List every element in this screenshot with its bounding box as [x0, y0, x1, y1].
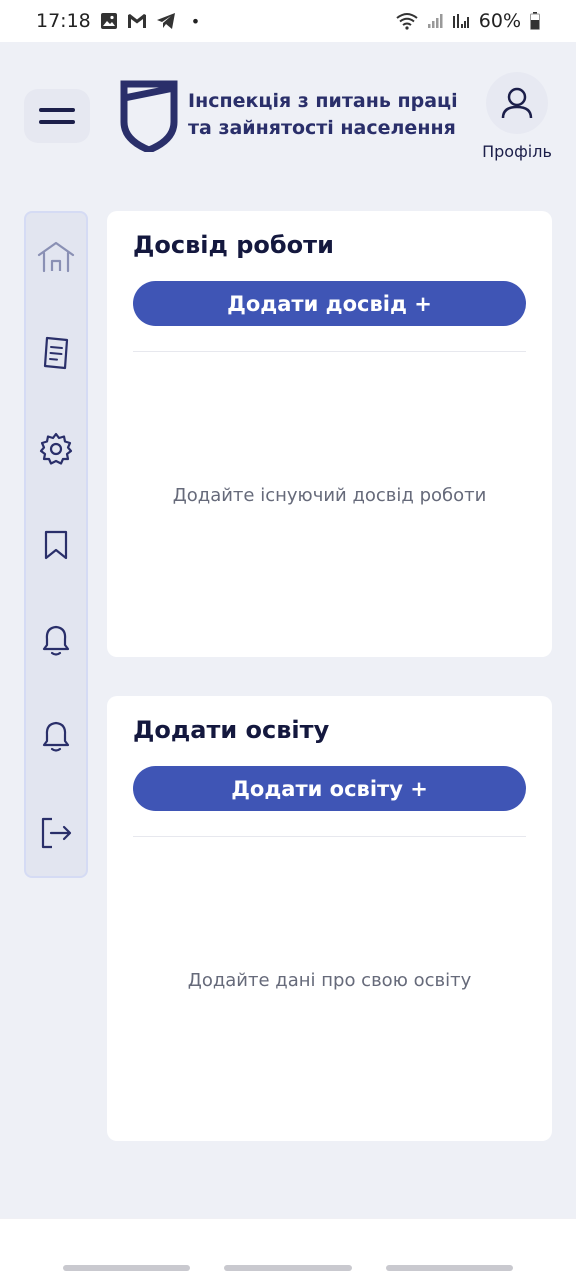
education-card: Додати освіту Додати освіту + Додайте да…	[107, 696, 552, 1141]
sidebar-item-documents[interactable]	[26, 323, 86, 383]
logout-icon	[41, 817, 72, 849]
bookmark-icon	[44, 530, 68, 560]
profile-button[interactable]: Профіль	[478, 72, 556, 161]
bell-icon	[42, 721, 70, 752]
gear-icon	[39, 432, 73, 465]
organization-title-line1: Інспекція з питань праці	[188, 90, 458, 112]
organization-title: Інспекція з питань праці та зайнятості н…	[188, 88, 478, 142]
status-left: 17:18 •	[36, 10, 200, 32]
status-bar: 17:18 • 60%	[0, 0, 576, 42]
telegram-icon	[156, 12, 176, 30]
hamburger-icon-line	[39, 120, 75, 124]
education-empty-state: Додайте дані про свою освіту	[187, 970, 472, 991]
nav-back-pill[interactable]	[386, 1265, 513, 1271]
sidebar-item-notifications[interactable]	[26, 611, 86, 671]
sidebar-item-alerts[interactable]	[26, 707, 86, 767]
avatar[interactable]	[486, 72, 548, 134]
experience-title: Досвід роботи	[133, 231, 334, 259]
shield-logo-icon	[120, 78, 178, 154]
experience-card: Досвід роботи Додати досвід + Додайте іс…	[107, 211, 552, 657]
battery-percent: 60%	[478, 10, 521, 32]
document-icon	[43, 336, 69, 370]
user-icon	[501, 87, 533, 119]
experience-empty-state: Додайте існуючий досвід роботи	[172, 485, 487, 506]
wifi-icon	[396, 12, 418, 30]
education-title: Додати освіту	[133, 716, 330, 744]
gmail-icon	[127, 13, 147, 29]
divider	[133, 836, 526, 837]
sidebar-item-settings[interactable]	[26, 419, 86, 479]
sidebar-item-home[interactable]	[26, 227, 86, 287]
battery-icon	[530, 12, 540, 30]
nav-home-pill[interactable]	[224, 1265, 352, 1271]
home-icon	[37, 241, 75, 273]
status-right: 60%	[396, 10, 540, 32]
menu-button[interactable]	[24, 89, 90, 143]
add-education-button[interactable]: Додати освіту +	[133, 766, 526, 811]
sidebar-nav	[24, 211, 88, 878]
gallery-icon	[100, 12, 118, 30]
app-header: Інспекція з питань праці та зайнятості н…	[0, 42, 576, 192]
sidebar-item-saved[interactable]	[26, 515, 86, 575]
organization-title-line2: та зайнятості населення	[188, 117, 456, 139]
status-dot: •	[190, 11, 201, 31]
signal-icon	[452, 13, 470, 29]
signal-icon	[427, 13, 443, 29]
status-time: 17:18	[36, 10, 91, 32]
profile-label: Профіль	[482, 142, 552, 161]
nav-recents-pill[interactable]	[63, 1265, 190, 1271]
bell-icon	[42, 625, 70, 656]
hamburger-icon	[39, 108, 75, 112]
sidebar-item-logout[interactable]	[26, 803, 86, 863]
divider	[133, 351, 526, 352]
add-experience-button[interactable]: Додати досвід +	[133, 281, 526, 326]
